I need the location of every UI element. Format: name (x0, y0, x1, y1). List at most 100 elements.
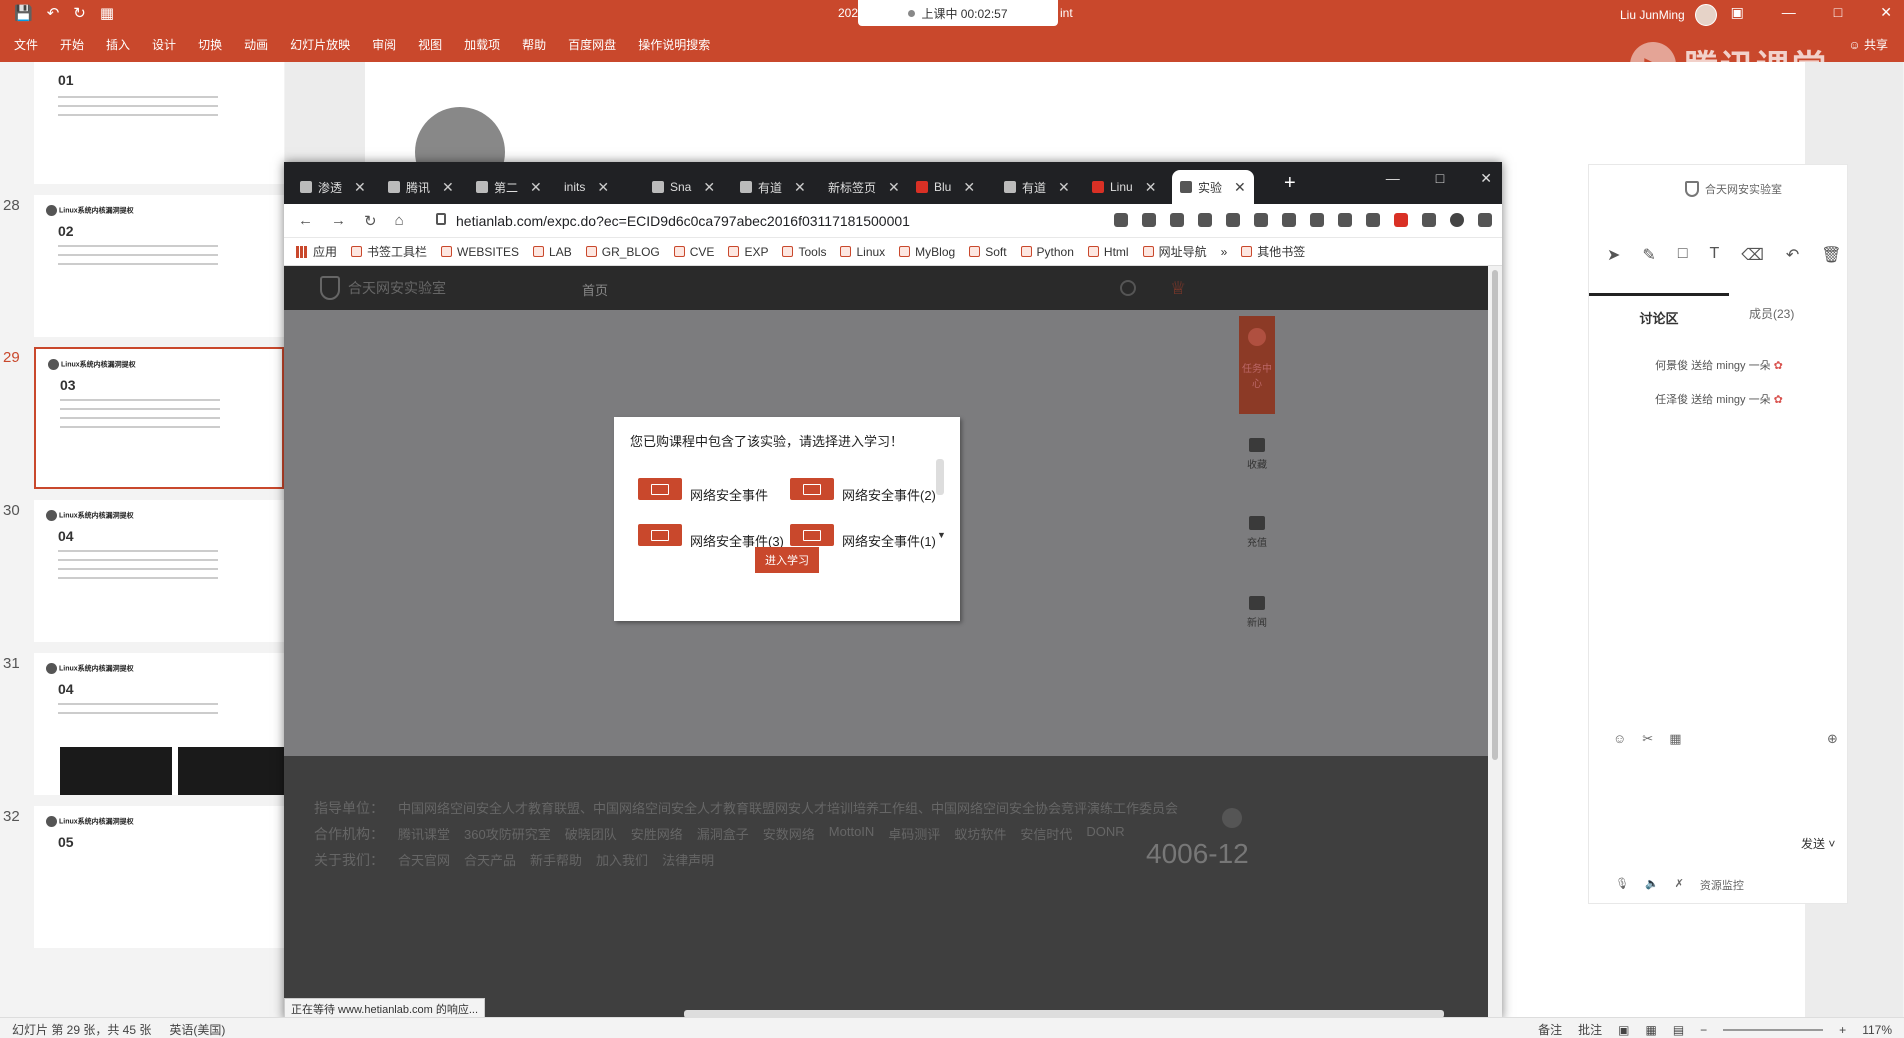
menu-slideshow[interactable]: 幻灯片放映 (290, 36, 350, 53)
redo-icon[interactable]: ↻ (73, 4, 86, 22)
mute-icon[interactable]: ✗ (1675, 877, 1684, 893)
course-option[interactable]: 网络安全事件 (638, 473, 768, 504)
minimize-icon[interactable]: — (1386, 170, 1400, 187)
zoom-level[interactable]: 117% (1862, 1023, 1892, 1037)
tab-close-icon[interactable]: ✕ (1145, 179, 1157, 196)
recharge-button[interactable]: 充值 (1239, 516, 1275, 549)
menu-insert[interactable]: 插入 (106, 36, 130, 53)
browser-tab[interactable]: 第二 ✕ (468, 170, 550, 204)
menu-design[interactable]: 设计 (152, 36, 176, 53)
maximize-icon[interactable]: □ (1436, 170, 1444, 187)
enter-study-button[interactable]: 进入学习 (755, 547, 819, 573)
browser-tab[interactable]: 渗透 ✕ (292, 170, 374, 204)
tab-close-icon[interactable]: ✕ (1234, 179, 1246, 196)
text-icon[interactable]: T (1709, 245, 1719, 265)
zoom-slider[interactable] (1723, 1028, 1824, 1031)
save-icon[interactable]: 💾 (14, 4, 33, 22)
home-icon[interactable]: ⌂ (395, 212, 404, 230)
menu-help[interactable]: 帮助 (522, 36, 546, 53)
tab-close-icon[interactable]: ✕ (963, 179, 975, 196)
rectangle-icon[interactable]: □ (1678, 245, 1688, 265)
bookmark-folder[interactable]: WEBSITES (441, 245, 519, 259)
menu-tell-me[interactable]: 操作说明搜索 (638, 36, 710, 53)
new-tab-button[interactable]: + (1284, 172, 1296, 195)
notification-bell-icon[interactable] (1222, 808, 1242, 828)
notes-button[interactable]: 备注 (1538, 1021, 1562, 1038)
menu-transitions[interactable]: 切换 (198, 36, 222, 53)
trash-icon[interactable]: 🗑 (1821, 245, 1841, 265)
pointer-icon[interactable]: ➤ (1607, 245, 1620, 265)
about-link[interactable]: 合天产品 (464, 850, 516, 870)
bookmarks-overflow[interactable]: » (1221, 245, 1228, 259)
extension-icon[interactable] (1366, 213, 1380, 227)
profile-avatar[interactable] (1450, 213, 1464, 227)
tab-close-icon[interactable]: ✕ (888, 179, 900, 196)
favorites-button[interactable]: 收藏 (1239, 438, 1275, 471)
about-link[interactable]: 新手帮助 (530, 850, 582, 870)
slide-thumbnail[interactable]: 01 (0, 62, 285, 192)
puzzle-icon[interactable] (1422, 213, 1436, 227)
partner-link[interactable]: 漏洞盒子 (697, 824, 749, 844)
extension-icon[interactable] (1142, 213, 1156, 227)
forward-icon[interactable]: → (331, 212, 346, 230)
course-option[interactable]: 网络安全事件(2) (790, 473, 936, 504)
bookmark-folder[interactable]: GR_BLOG (585, 245, 660, 259)
dialog-scrollbar[interactable] (936, 459, 944, 495)
browser-tab[interactable]: 新标签页 ✕ (820, 170, 908, 204)
menu-addins[interactable]: 加载项 (464, 36, 500, 53)
minimize-icon[interactable]: — (1782, 4, 1796, 21)
browser-tab[interactable]: Sna ✕ (644, 170, 723, 204)
tab-discussion[interactable]: 讨论区 (1589, 293, 1729, 333)
about-link[interactable]: 法律声明 (662, 850, 714, 870)
extension-icon[interactable] (1282, 213, 1296, 227)
language-indicator[interactable]: 英语(美国) (169, 1021, 225, 1038)
partner-link[interactable]: 安数网络 (763, 824, 815, 844)
bookmark-folder[interactable]: 网址导航 (1142, 243, 1207, 260)
browser-tab[interactable]: 有道 ✕ (732, 170, 814, 204)
browser-tab[interactable]: inits ✕ (556, 170, 617, 204)
nav-home-link[interactable]: 首页 (582, 280, 608, 299)
image-icon[interactable]: ▦ (1669, 731, 1681, 747)
extension-icon[interactable] (1338, 213, 1352, 227)
add-icon[interactable]: ⊕ (1827, 731, 1838, 747)
tab-close-icon[interactable]: ✕ (597, 179, 609, 196)
bookmark-folder[interactable]: MyBlog (899, 245, 955, 259)
undo-icon[interactable]: ↶ (1786, 245, 1799, 265)
site-logo[interactable]: 合天网安实验室 (320, 276, 446, 300)
partner-link[interactable]: 腾讯课堂 (398, 824, 450, 844)
undo-icon[interactable]: ↶ (47, 4, 60, 22)
tab-close-icon[interactable]: ✕ (794, 179, 806, 196)
browser-tab[interactable]: Linu ✕ (1084, 170, 1164, 204)
partner-link[interactable]: 蚁坊软件 (954, 824, 1006, 844)
reload-icon[interactable]: ↻ (364, 212, 377, 230)
resource-monitor[interactable]: 资源监控 (1700, 877, 1744, 893)
tab-close-icon[interactable]: ✕ (442, 179, 454, 196)
back-icon[interactable]: ← (298, 212, 313, 230)
browser-tab-active[interactable]: 实验 ✕ (1172, 170, 1254, 204)
bookmark-folder[interactable]: Tools (782, 245, 826, 259)
bookmark-folder[interactable]: Python (1020, 245, 1074, 259)
bookmark-folder[interactable]: Soft (969, 245, 1007, 259)
slide-thumbnail[interactable]: 32 Linux系统内核漏洞提权 05 (0, 806, 285, 956)
scrollbar-thumb[interactable] (1492, 270, 1498, 760)
bookmark-folder[interactable]: 书签工具栏 (351, 243, 427, 260)
menu-file[interactable]: 文件 (14, 36, 38, 53)
menu-dots-icon[interactable] (1478, 213, 1492, 227)
user-account[interactable]: Liu JunMing (1620, 4, 1717, 26)
live-status-badge[interactable]: 上课中 00:02:57 (858, 0, 1058, 26)
extension-icon[interactable] (1254, 213, 1268, 227)
emoji-icon[interactable]: ☺ (1613, 731, 1626, 747)
bookmark-star-icon[interactable] (1114, 213, 1128, 227)
close-icon[interactable]: ✕ (1880, 4, 1892, 21)
partner-link[interactable]: 安胜网络 (631, 824, 683, 844)
extension-icon[interactable] (1310, 213, 1324, 227)
address-bar[interactable]: hetianlab.com/expc.do?ec=ECID9d6c0ca797a… (456, 213, 910, 229)
extension-icon[interactable] (1198, 213, 1212, 227)
page-vertical-scrollbar[interactable] (1488, 266, 1502, 1020)
zoom-in-icon[interactable]: + (1839, 1023, 1846, 1037)
menu-home[interactable]: 开始 (60, 36, 84, 53)
slide-thumbnail[interactable]: 31 Linux系统内核漏洞提权 04 (0, 653, 285, 803)
tab-close-icon[interactable]: ✕ (354, 179, 366, 196)
pen-icon[interactable]: ✎ (1642, 245, 1655, 265)
close-icon[interactable]: ✕ (1480, 170, 1492, 187)
